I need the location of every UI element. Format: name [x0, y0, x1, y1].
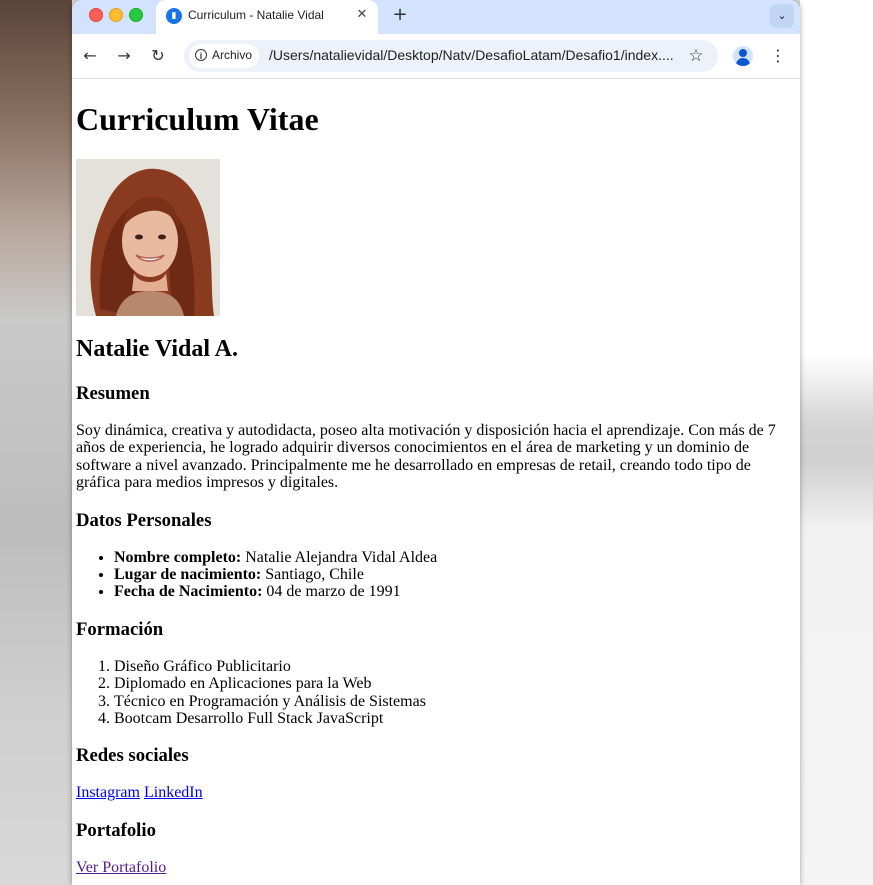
close-window-button[interactable]	[89, 8, 103, 22]
tab-curriculum[interactable]: ▮ Curriculum - Natalie Vidal ✕	[156, 0, 378, 34]
info-icon: i	[195, 49, 207, 61]
field-value: Santiago, Chile	[261, 566, 364, 584]
personal-data-list: Nombre completo: Natalie Alejandra Vidal…	[76, 549, 796, 601]
list-item: Bootcam Desarrollo Full Stack JavaScript	[114, 710, 796, 727]
list-item: Fecha de Nacimiento: 04 de marzo de 1991	[114, 583, 796, 600]
more-menu-icon[interactable]: ⋮	[768, 44, 788, 68]
new-tab-button[interactable]: +	[390, 6, 410, 26]
tab-search-button[interactable]: ⌄	[770, 4, 794, 28]
close-tab-icon[interactable]: ✕	[354, 7, 370, 23]
education-list: Diseño Gráfico Publicitario Diplomado en…	[76, 658, 796, 728]
social-links: Instagram LinkedIn	[76, 784, 796, 801]
instagram-link[interactable]: Instagram	[76, 784, 140, 801]
portfolio-link[interactable]: Ver Portafolio	[76, 859, 166, 876]
site-info-label: Archivo	[212, 48, 253, 62]
field-value: 04 de marzo de 1991	[262, 583, 401, 601]
back-arrow-icon[interactable]: ←	[78, 44, 102, 68]
desktop-background-right	[800, 0, 873, 885]
profile-photo	[76, 159, 220, 316]
forward-arrow-icon[interactable]: →	[112, 44, 136, 68]
list-item: Técnico en Programación y Análisis de Si…	[114, 693, 796, 710]
list-item: Lugar de nacimiento: Santiago, Chile	[114, 566, 796, 583]
education-heading: Formación	[76, 618, 164, 640]
list-item: Diseño Gráfico Publicitario	[114, 658, 796, 675]
linkedin-link[interactable]: LinkedIn	[144, 784, 203, 801]
bookmark-star-icon[interactable]: ☆	[684, 44, 708, 68]
page-content: Curriculum Vitae Natalie Vidal A. Resume…	[76, 79, 796, 885]
list-item: Diplomado en Aplicaciones para la Web	[114, 675, 796, 692]
field-label: Fecha de Nacimiento:	[114, 583, 263, 601]
book-favicon-icon: ▮	[166, 8, 182, 24]
field-label: Lugar de nacimiento:	[114, 566, 262, 584]
reload-icon[interactable]: ↻	[146, 44, 170, 68]
site-info-chip[interactable]: i Archivo	[189, 44, 259, 68]
field-label: Nombre completo:	[114, 548, 242, 566]
portfolio-heading: Portafolio	[76, 819, 156, 841]
minimize-window-button[interactable]	[109, 8, 123, 22]
list-item: Nombre completo: Natalie Alejandra Vidal…	[114, 549, 796, 566]
maximize-window-button[interactable]	[129, 8, 143, 22]
desktop-background-left	[0, 0, 72, 885]
browser-window: ▮ Curriculum - Natalie Vidal ✕ + ⌄ ← → ↻…	[72, 0, 800, 885]
personal-data-heading: Datos Personales	[76, 509, 212, 531]
tab-strip: ▮ Curriculum - Natalie Vidal ✕ + ⌄	[72, 0, 800, 34]
address-bar[interactable]: i Archivo /Users/natalievidal/Desktop/Na…	[184, 40, 718, 72]
url-text[interactable]: /Users/natalievidal/Desktop/Natv/Desafio…	[269, 47, 681, 63]
field-value: Natalie Alejandra Vidal Aldea	[241, 548, 438, 566]
page-title: Curriculum Vitae	[76, 101, 319, 137]
profile-avatar-icon[interactable]	[733, 46, 753, 66]
person-name: Natalie Vidal A.	[76, 336, 239, 362]
browser-toolbar: ← → ↻ i Archivo /Users/natalievidal/Desk…	[72, 34, 800, 79]
portfolio-section: Ver Portafolio	[76, 859, 796, 876]
summary-text: Soy dinámica, creativa y autodidacta, po…	[76, 422, 776, 492]
social-heading: Redes sociales	[76, 745, 189, 767]
summary-heading: Resumen	[76, 383, 150, 404]
tab-title: Curriculum - Natalie Vidal	[188, 8, 324, 22]
